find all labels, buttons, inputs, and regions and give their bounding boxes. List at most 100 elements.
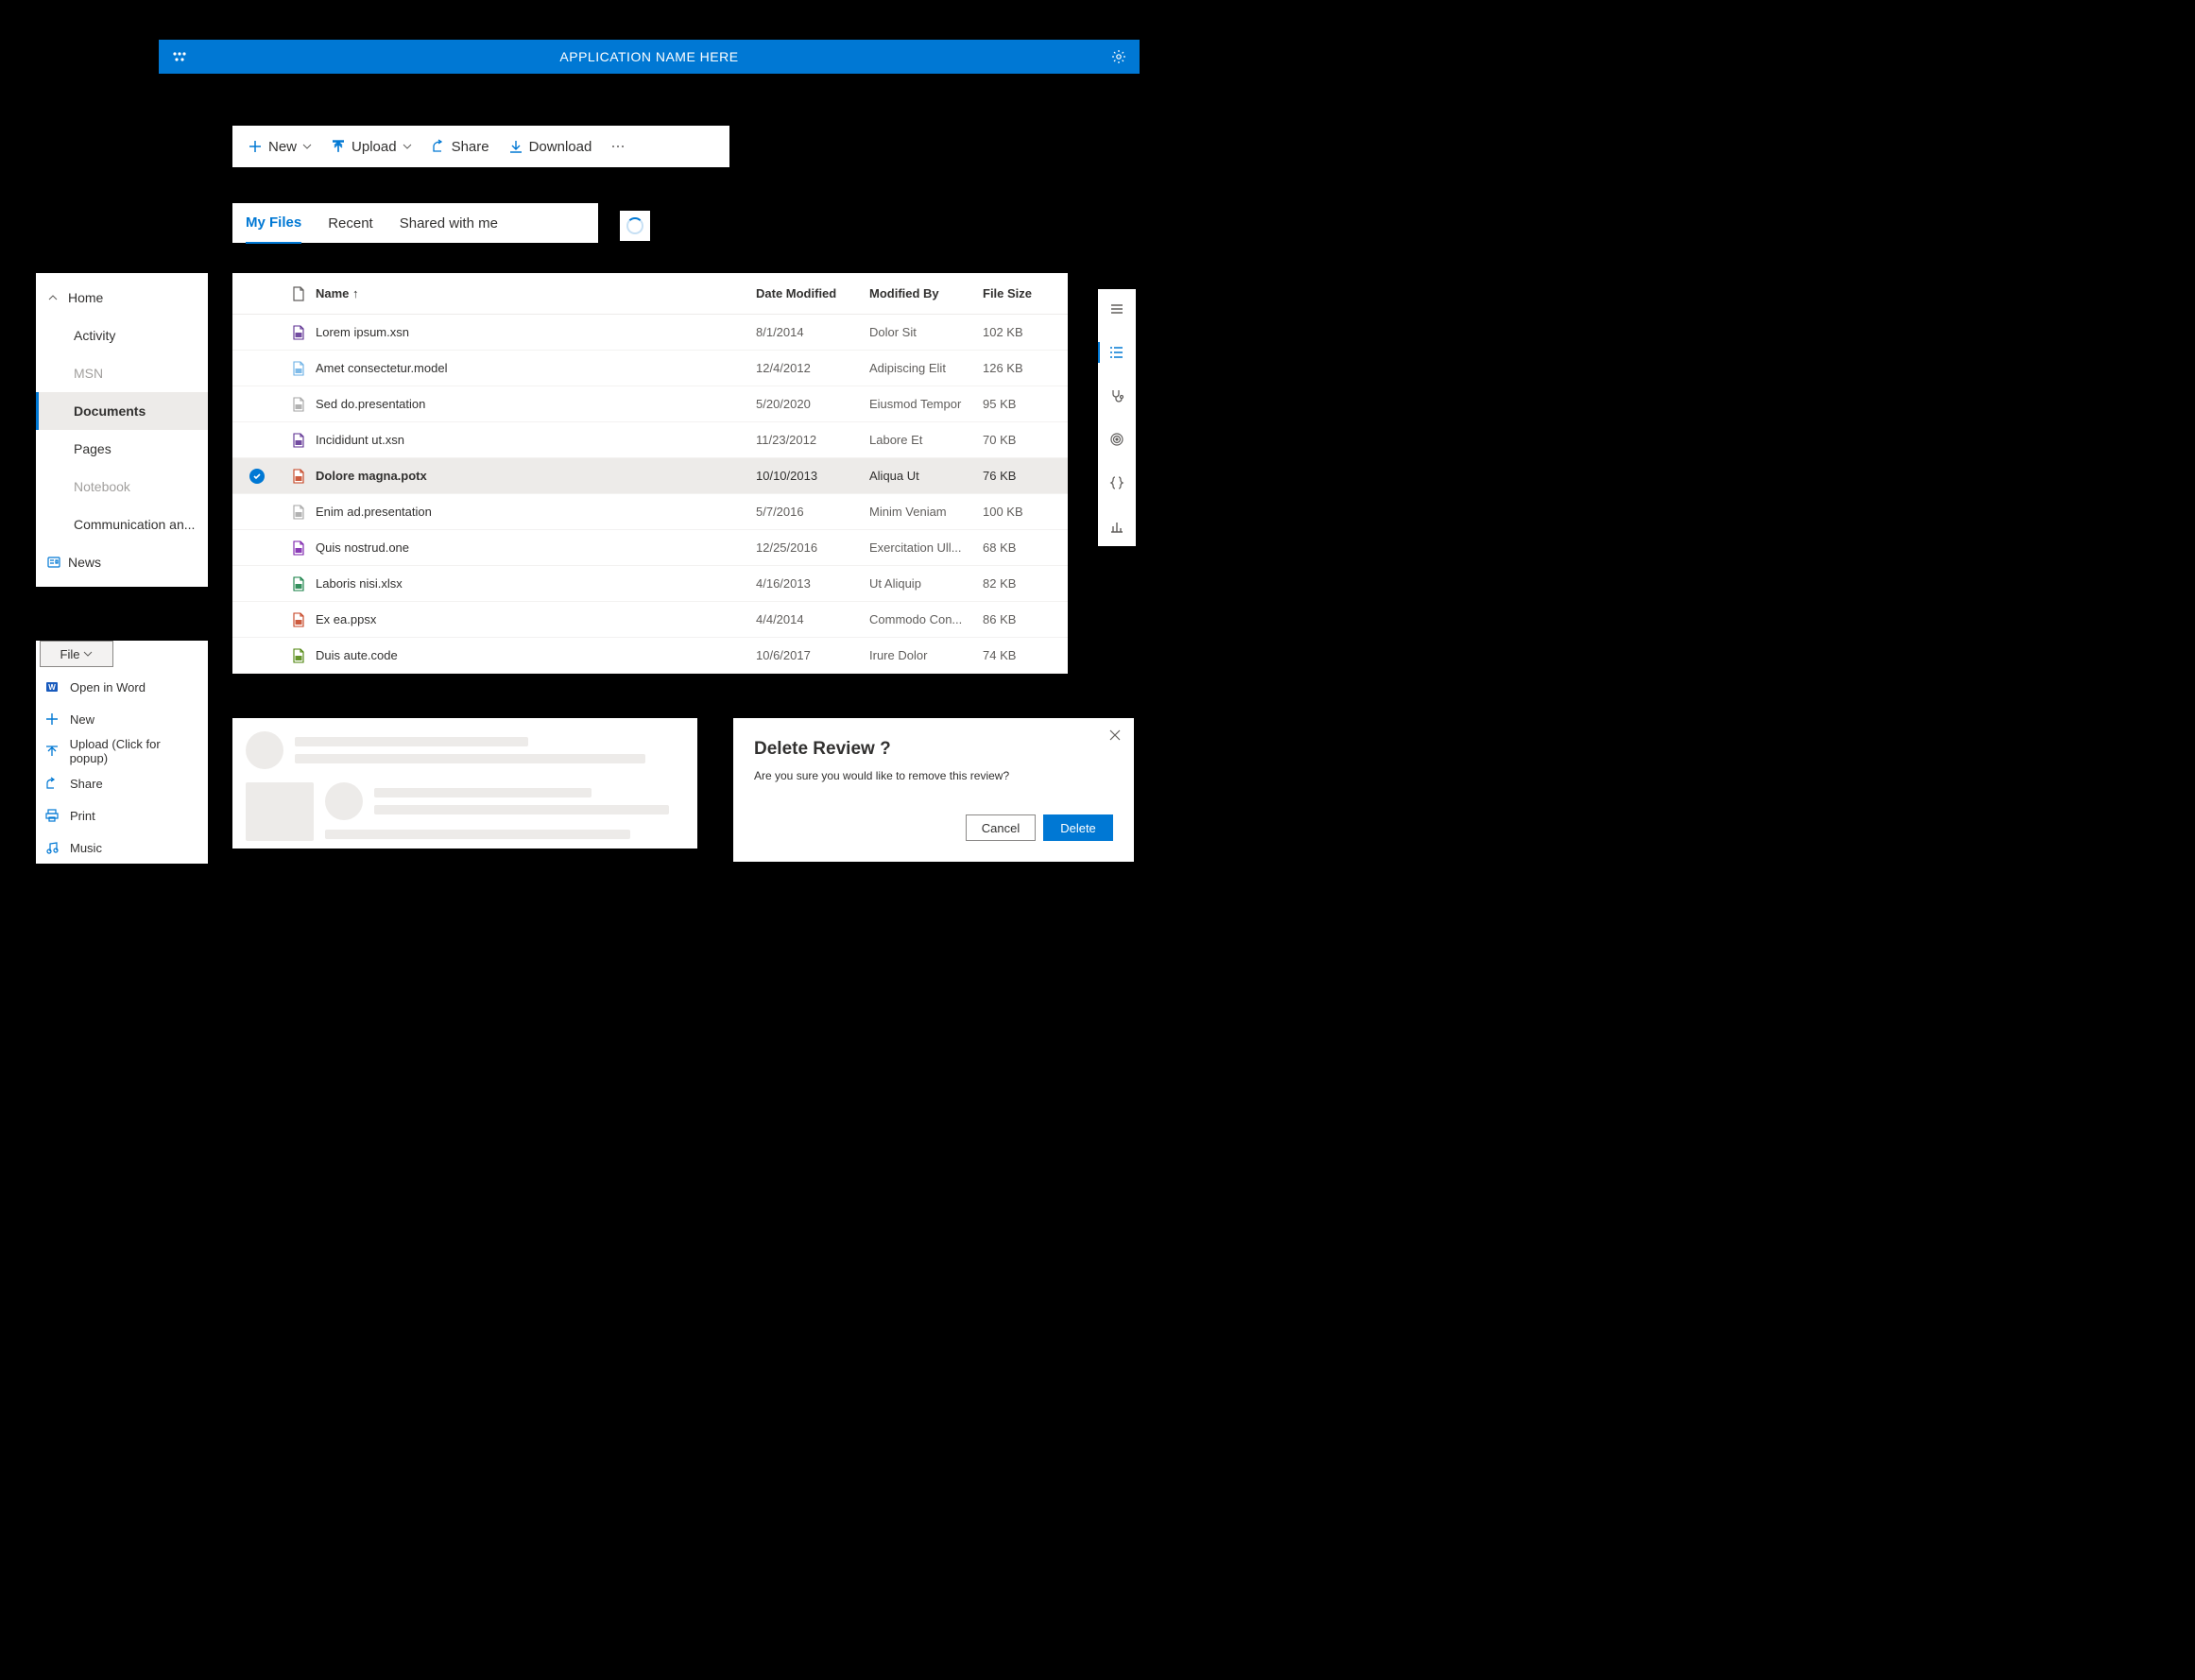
file-size: 126 KB xyxy=(983,361,1068,375)
nav-activity[interactable]: Activity xyxy=(36,317,208,354)
table-row[interactable]: Dolore magna.potx 10/10/2013 Aliqua Ut 7… xyxy=(232,458,1068,494)
chevron-up-icon xyxy=(47,292,60,303)
row-checkbox[interactable] xyxy=(232,469,282,484)
modified-by-column-header[interactable]: Modified By xyxy=(869,286,983,300)
file-size: 102 KB xyxy=(983,325,1068,339)
word-icon: W xyxy=(45,680,60,694)
menu-item-label: Upload (Click for popup) xyxy=(70,737,198,765)
table-row[interactable]: Sed do.presentation 5/20/2020 Eiusmod Te… xyxy=(232,386,1068,422)
table-row[interactable]: Lorem ipsum.xsn 8/1/2014 Dolor Sit 102 K… xyxy=(232,315,1068,351)
tab-recent[interactable]: Recent xyxy=(328,203,373,243)
col-label: Name xyxy=(316,286,349,300)
shimmer-line xyxy=(374,788,592,797)
menu-music[interactable]: Music xyxy=(36,831,208,864)
close-icon[interactable] xyxy=(1104,724,1126,746)
date-column-header[interactable]: Date Modified xyxy=(756,286,869,300)
download-button[interactable]: Download xyxy=(501,126,600,167)
stethoscope-icon[interactable] xyxy=(1098,382,1136,410)
share-button[interactable]: Share xyxy=(423,126,497,167)
nav-item-label: Notebook xyxy=(74,479,130,494)
bar-chart-icon[interactable] xyxy=(1098,512,1136,540)
dialog-body: Are you sure you would like to remove th… xyxy=(754,769,1113,782)
app-title: APPLICATION NAME HERE xyxy=(200,49,1098,64)
file-list-header: Name ↑ Date Modified Modified By File Si… xyxy=(232,273,1068,315)
name-column-header[interactable]: Name ↑ xyxy=(316,286,756,300)
nav-home-label: Home xyxy=(68,290,103,305)
nav-news[interactable]: News xyxy=(36,543,208,581)
file-tabs: My Files Recent Shared with me xyxy=(232,203,598,243)
plus-icon xyxy=(45,712,60,726)
menu-item-label: New xyxy=(70,712,94,727)
braces-icon[interactable] xyxy=(1098,469,1136,497)
new-button[interactable]: New xyxy=(240,126,319,167)
nav-pages[interactable]: Pages xyxy=(36,430,208,468)
file-menu-label: File xyxy=(60,647,80,661)
tab-my-files[interactable]: My Files xyxy=(246,204,301,244)
waffle-icon[interactable] xyxy=(159,40,200,74)
size-column-header[interactable]: File Size xyxy=(983,286,1068,300)
nav-communication[interactable]: Communication an... xyxy=(36,506,208,543)
table-row[interactable]: Duis aute.code 10/6/2017 Irure Dolor 74 … xyxy=(232,638,1068,674)
menu-open-in-word[interactable]: W Open in Word xyxy=(36,671,208,703)
cancel-button[interactable]: Cancel xyxy=(966,814,1036,841)
upload-icon xyxy=(45,745,60,758)
file-menu-button[interactable]: File xyxy=(40,641,113,667)
plus-icon xyxy=(248,139,263,154)
table-row[interactable]: Laboris nisi.xlsx 4/16/2013 Ut Aliquip 8… xyxy=(232,566,1068,602)
settings-icon[interactable] xyxy=(1098,40,1140,74)
file-size: 82 KB xyxy=(983,576,1068,591)
file-type-icon xyxy=(282,325,316,340)
file-type-icon xyxy=(282,540,316,556)
file-type-icon xyxy=(282,648,316,663)
sort-asc-icon: ↑ xyxy=(352,286,359,300)
table-row[interactable]: Ex ea.ppsx 4/4/2014 Commodo Con... 86 KB xyxy=(232,602,1068,638)
menu-share[interactable]: Share xyxy=(36,767,208,799)
table-row[interactable]: Enim ad.presentation 5/7/2016 Minim Veni… xyxy=(232,494,1068,530)
menu-item-label: Open in Word xyxy=(70,680,146,694)
file-type-column-header[interactable] xyxy=(282,286,316,301)
file-modified-by: Adipiscing Elit xyxy=(869,361,983,375)
dialog-title: Delete Review ? xyxy=(754,739,1113,760)
list-view-icon[interactable] xyxy=(1098,338,1136,367)
menu-upload[interactable]: Upload (Click for popup) xyxy=(36,735,208,767)
more-button[interactable] xyxy=(603,126,633,167)
collapse-menu-icon[interactable] xyxy=(1098,295,1136,323)
file-modified-by: Ut Aliquip xyxy=(869,576,983,591)
nav-home[interactable]: Home xyxy=(36,279,208,317)
file-name: Sed do.presentation xyxy=(316,397,756,411)
svg-text:W: W xyxy=(48,683,56,692)
shimmer-line xyxy=(374,805,669,814)
share-label: Share xyxy=(452,139,489,155)
file-name: Quis nostrud.one xyxy=(316,540,756,555)
menu-item-label: Print xyxy=(70,809,95,823)
upload-icon xyxy=(331,139,346,154)
file-name: Dolore magna.potx xyxy=(316,469,756,483)
shimmer-line xyxy=(295,754,645,763)
file-date: 12/25/2016 xyxy=(756,540,869,555)
delete-dialog: Delete Review ? Are you sure you would l… xyxy=(733,718,1134,862)
nav-documents[interactable]: Documents xyxy=(36,392,208,430)
share-icon xyxy=(45,777,60,790)
file-size: 100 KB xyxy=(983,505,1068,519)
nav-item-label: Documents xyxy=(74,403,146,419)
file-size: 86 KB xyxy=(983,612,1068,626)
radar-icon[interactable] xyxy=(1098,425,1136,454)
menu-print[interactable]: Print xyxy=(36,799,208,831)
table-row[interactable]: Quis nostrud.one 12/25/2016 Exercitation… xyxy=(232,530,1068,566)
delete-button[interactable]: Delete xyxy=(1043,814,1113,841)
file-date: 10/6/2017 xyxy=(756,648,869,662)
tab-shared[interactable]: Shared with me xyxy=(400,203,498,243)
loading-spinner xyxy=(620,211,650,241)
chevron-down-icon xyxy=(83,649,93,659)
file-type-icon xyxy=(282,576,316,591)
download-label: Download xyxy=(529,139,592,155)
file-date: 8/1/2014 xyxy=(756,325,869,339)
file-type-icon xyxy=(282,397,316,412)
file-modified-by: Labore Et xyxy=(869,433,983,447)
table-row[interactable]: Incididunt ut.xsn 11/23/2012 Labore Et 7… xyxy=(232,422,1068,458)
table-row[interactable]: Amet consectetur.model 12/4/2012 Adipisc… xyxy=(232,351,1068,386)
menu-new[interactable]: New xyxy=(36,703,208,735)
app-header: APPLICATION NAME HERE xyxy=(159,40,1140,74)
upload-button[interactable]: Upload xyxy=(323,126,420,167)
nav-item-label: Activity xyxy=(74,328,115,343)
